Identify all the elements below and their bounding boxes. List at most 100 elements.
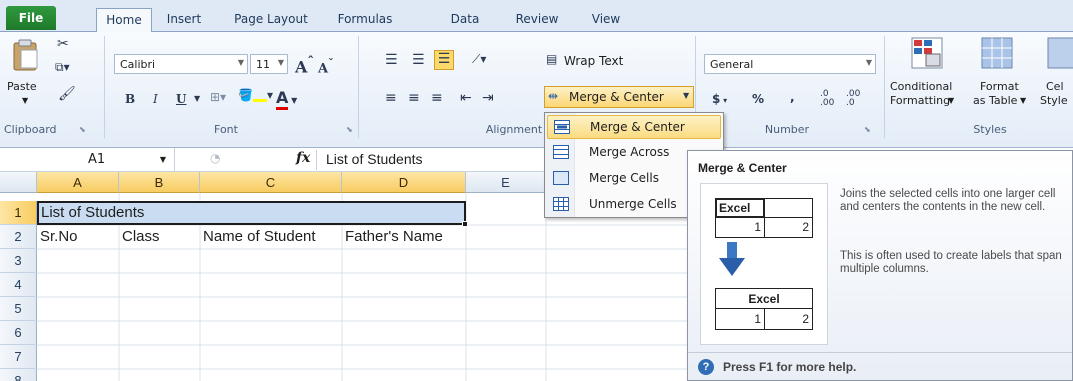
paste-button[interactable]: Paste ▼	[4, 38, 50, 118]
format-as-table-label2: as Table	[973, 94, 1018, 107]
conditional-formatting-icon	[911, 37, 943, 69]
alignment-group-label: Alignment	[485, 123, 543, 136]
middle-align-icon[interactable]: ☰	[412, 52, 425, 68]
ribbon-tabs: File Home Insert Page Layout Formulas Da…	[0, 0, 1073, 33]
illus-cell-2: 2	[765, 218, 813, 238]
merge-center-button[interactable]: ⇹ Merge & Center ▼	[544, 86, 694, 108]
format-painter-icon[interactable]: 🖌	[58, 86, 76, 102]
paste-label: Paste	[7, 80, 37, 93]
shrink-font-button[interactable]: Aˇ	[318, 57, 334, 76]
font-size-box[interactable]: 11 ▼	[250, 54, 288, 74]
dialog-launcher-icon[interactable]: ⬊	[79, 125, 86, 134]
percent-style-button[interactable]: %	[752, 92, 764, 106]
font-name-box[interactable]: Calibri ▼	[114, 54, 248, 74]
chevron-down-icon: ▼	[22, 96, 29, 105]
number-format-box[interactable]: General ▼	[704, 54, 876, 74]
illus-before-table: Excel 1 2	[715, 198, 813, 238]
tooltip-title: Merge & Center	[698, 161, 787, 175]
cell-d2[interactable]: Father's Name	[342, 225, 443, 249]
format-as-table-icon	[981, 37, 1013, 69]
accounting-format-button[interactable]: $ ▾	[712, 92, 727, 106]
increase-indent-icon[interactable]: ⇥	[482, 90, 494, 106]
cut-icon[interactable]: ✂	[57, 36, 69, 52]
wrap-text-label: Wrap Text	[564, 54, 624, 68]
chevron-down-icon[interactable]: ▼	[194, 94, 200, 103]
bold-button[interactable]: B	[125, 92, 135, 106]
cell-a1[interactable]: List of Students	[38, 201, 144, 225]
dialog-launcher-icon[interactable]: ⬊	[346, 125, 353, 134]
illus-word: Excel	[719, 201, 751, 215]
illus-after-table: Excel 1 2	[715, 288, 813, 330]
chevron-down-icon: ▼	[948, 96, 955, 105]
merge-cells-icon	[553, 171, 569, 185]
bottom-align-icon[interactable]: ☰	[434, 50, 454, 70]
tab-home[interactable]: Home	[96, 8, 152, 33]
align-left-icon[interactable]: ≡	[385, 90, 397, 106]
chevron-down-icon: ▼	[865, 58, 872, 67]
number-format-value: General	[710, 58, 754, 71]
center-icon[interactable]: ≡	[408, 90, 420, 106]
format-as-table-button[interactable]: Format as Table ▼	[970, 36, 1030, 116]
increase-decimal-button[interactable]: .0 .00	[820, 90, 842, 108]
copy-icon[interactable]: ⧉▾	[55, 60, 70, 75]
wrap-text-icon: ▤	[546, 52, 558, 66]
tab-review[interactable]: Review	[510, 8, 564, 32]
orientation-icon[interactable]: ⟋▾	[472, 52, 486, 67]
comma-style-button[interactable]: ,	[790, 90, 795, 104]
shrink-font-letter: A	[318, 61, 329, 77]
chevron-down-icon: ▼	[1020, 96, 1027, 105]
help-icon: ?	[698, 359, 714, 375]
menu-item-merge-center[interactable]: Merge & Center	[547, 115, 721, 139]
illus-num-1b: 1	[754, 312, 761, 326]
chevron-down-icon: ▼	[159, 155, 166, 164]
tab-data[interactable]: Data	[445, 8, 485, 32]
cell-b2[interactable]: Class	[119, 225, 160, 249]
fill-color-icon[interactable]: 🪣 ▾	[238, 88, 273, 102]
menu-item-label: Merge Across	[589, 145, 670, 159]
cell-styles-icon	[1047, 37, 1073, 69]
underline-button[interactable]: U	[176, 92, 186, 106]
cell-c2[interactable]: Name of Student	[200, 225, 316, 249]
grow-font-letter: A	[295, 57, 308, 77]
paste-icon	[13, 39, 38, 71]
illus-num-2: 2	[802, 220, 809, 234]
top-align-icon[interactable]: ☰	[385, 52, 398, 68]
illus-num-2b: 2	[802, 312, 809, 326]
cell-a2[interactable]: Sr.No	[37, 225, 78, 249]
tab-formulas[interactable]: Formulas	[330, 8, 400, 32]
illus-cell-2b: 2	[765, 309, 813, 330]
tab-file[interactable]: File	[6, 6, 56, 30]
formula-content[interactable]: List of Students	[326, 151, 423, 167]
insert-function-icon[interactable]: fx	[296, 150, 310, 166]
name-box[interactable]: A1 ▼	[0, 148, 175, 171]
tab-insert[interactable]: Insert	[161, 8, 207, 32]
menu-item-label: Merge & Center	[590, 120, 685, 134]
cell-styles-button[interactable]: Cel Style	[1036, 36, 1073, 116]
fill-handle[interactable]	[462, 221, 468, 227]
tooltip-description: Joins the selected cells into one larger…	[840, 188, 1056, 213]
cell-styles-label: Cel	[1046, 80, 1064, 93]
font-color-button[interactable]: A ▼	[276, 88, 297, 110]
cancel-entry-icon[interactable]: ◔	[210, 151, 220, 165]
merge-center-label: Merge & Center	[569, 90, 664, 104]
borders-icon[interactable]: ⊞▾	[210, 90, 226, 104]
conditional-formatting-button[interactable]: Conditional Formatting ▼	[890, 36, 966, 116]
tooltip-usage-note: This is often used to create labels that…	[840, 250, 1062, 275]
grow-font-button[interactable]: Aˆ	[295, 54, 314, 76]
arrow-down-icon	[719, 242, 745, 276]
dialog-launcher-icon[interactable]: ⬊	[864, 125, 871, 134]
menu-item-label: Unmerge Cells	[589, 197, 677, 211]
format-as-table-label: Format	[980, 80, 1019, 93]
italic-button[interactable]: I	[153, 92, 158, 106]
chevron-down-icon: ▼	[277, 58, 284, 67]
align-right-icon[interactable]: ≡	[431, 90, 443, 106]
decrease-decimal-button[interactable]: .00 .0	[846, 90, 870, 108]
tab-page-layout[interactable]: Page Layout	[224, 8, 318, 32]
menu-item-label: Merge Cells	[589, 171, 659, 185]
decrease-indent-icon[interactable]: ⇤	[460, 90, 472, 106]
font-group-label: Font	[214, 123, 238, 136]
font-color-letter: A	[276, 88, 289, 110]
ribbon: Paste ▼ ✂ ⧉▾ 🖌 Clipboard ⬊ Calibri ▼ 11 …	[0, 32, 1073, 148]
tab-view[interactable]: View	[586, 8, 626, 32]
chevron-down-icon: ▼	[237, 58, 244, 67]
